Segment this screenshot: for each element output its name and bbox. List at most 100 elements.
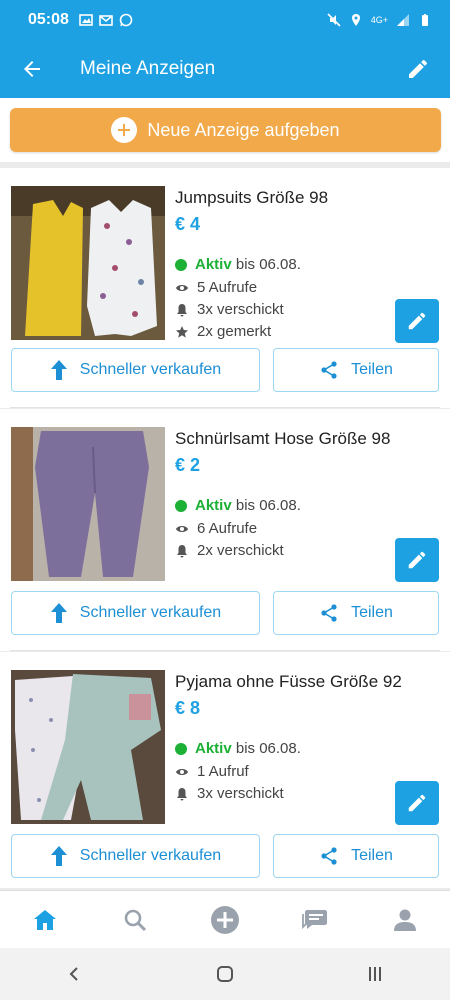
arrow-up-icon	[50, 846, 67, 866]
boost-button[interactable]: Schneller verkaufen	[11, 591, 260, 635]
pencil-icon	[408, 312, 426, 330]
ad-saved: 2x gemerkt	[175, 323, 271, 340]
sent-count: 3x verschickt	[197, 785, 284, 802]
ad-card: Pyjama ohne Füsse Größe 92 € 8 Aktiv bis…	[0, 652, 450, 888]
location-icon	[351, 14, 360, 26]
ad-thumbnail[interactable]	[11, 186, 165, 340]
arrow-back-icon	[24, 61, 40, 77]
network-label: 4G+	[370, 15, 388, 25]
share-button[interactable]: Teilen	[273, 591, 439, 635]
ad-sent: 3x verschickt	[175, 301, 284, 318]
plus-circle-icon	[111, 117, 138, 143]
share-button[interactable]: Teilen	[273, 834, 439, 878]
ad-thumbnail[interactable]	[11, 670, 165, 824]
arrow-up-icon	[50, 360, 67, 380]
new-ad-label: Neue Anzeige aufgeben	[147, 119, 340, 140]
ad-title[interactable]: Jumpsuits Größe 98	[175, 188, 328, 208]
share-icon	[321, 847, 337, 865]
pencil-icon	[408, 794, 426, 812]
status-bar: 05:08 4G+	[0, 0, 450, 40]
ad-views: 6 Aufrufe	[175, 520, 257, 537]
bell-icon	[177, 544, 187, 557]
chevron-left-icon	[69, 967, 78, 981]
share-icon	[321, 604, 337, 622]
share-label: Teilen	[351, 847, 393, 864]
sys-recents-button[interactable]	[355, 954, 395, 994]
status-dot-icon	[175, 258, 187, 271]
status-time: 05:08	[28, 11, 69, 28]
share-label: Teilen	[351, 361, 393, 378]
eye-icon	[176, 284, 188, 291]
battery-icon	[422, 14, 428, 26]
mute-icon	[327, 13, 341, 27]
nav-messages[interactable]	[293, 898, 337, 942]
nav-profile[interactable]	[383, 898, 427, 942]
recents-icon	[369, 967, 381, 981]
system-icons: 4G+	[327, 13, 432, 27]
boost-label: Schneller verkaufen	[79, 604, 222, 621]
views-count: 1 Aufruf	[197, 763, 249, 780]
share-icon	[321, 361, 337, 379]
nav-add[interactable]	[203, 898, 247, 942]
sys-home-button[interactable]	[205, 954, 245, 994]
share-label: Teilen	[351, 604, 393, 621]
divider	[10, 407, 440, 408]
ad-title[interactable]: Schnürlsamt Hose Größe 98	[175, 429, 390, 449]
ad-views: 1 Aufruf	[175, 763, 249, 780]
edit-ads-button[interactable]	[390, 40, 446, 98]
status-active-label: Aktiv	[195, 740, 232, 757]
edit-ad-button[interactable]	[395, 299, 439, 343]
saved-count: 2x gemerkt	[197, 323, 272, 340]
boost-label: Schneller verkaufen	[79, 847, 222, 864]
bell-icon	[177, 787, 187, 800]
status-active-label: Aktiv	[195, 497, 232, 514]
ad-status: Aktiv bis 06.08.	[175, 497, 301, 514]
status-dot-icon	[175, 742, 187, 755]
new-ad-section: Neue Anzeige aufgeben	[0, 98, 450, 162]
pencil-icon	[409, 59, 427, 78]
sent-count: 3x verschickt	[197, 301, 284, 318]
boost-button[interactable]: Schneller verkaufen	[11, 348, 260, 392]
ads-list[interactable]: Jumpsuits Größe 98 € 4 Aktiv bis 06.08. …	[0, 162, 450, 890]
add-icon	[211, 905, 239, 934]
page-title: Meine Anzeigen	[80, 58, 216, 79]
views-count: 5 Aufrufe	[197, 279, 258, 296]
home-icon	[34, 909, 56, 930]
ad-price: € 4	[175, 214, 201, 234]
ad-sent: 2x verschickt	[175, 542, 284, 559]
ad-thumbnail[interactable]	[11, 427, 165, 581]
divider	[10, 650, 440, 651]
bottom-nav	[0, 890, 450, 948]
arrow-up-icon	[50, 603, 67, 623]
edit-ad-button[interactable]	[395, 781, 439, 825]
system-nav	[0, 948, 450, 1000]
star-icon	[176, 325, 188, 338]
status-until: bis 06.08.	[235, 740, 301, 757]
ad-price: € 2	[175, 455, 201, 475]
boost-button[interactable]: Schneller verkaufen	[11, 834, 260, 878]
pencil-icon	[408, 551, 426, 569]
ad-views: 5 Aufrufe	[175, 279, 257, 296]
status-active-label: Aktiv	[195, 256, 232, 273]
ad-status: Aktiv bis 06.08.	[175, 256, 301, 273]
home-square-icon	[217, 966, 233, 982]
nav-home[interactable]	[23, 898, 67, 942]
eye-icon	[176, 768, 188, 775]
ad-price: € 8	[175, 698, 201, 718]
back-button[interactable]	[2, 40, 62, 98]
views-count: 6 Aufrufe	[197, 520, 258, 537]
nav-search[interactable]	[113, 898, 157, 942]
sys-back-button[interactable]	[55, 954, 95, 994]
ad-title[interactable]: Pyjama ohne Füsse Größe 92	[175, 672, 402, 692]
share-button[interactable]: Teilen	[273, 348, 439, 392]
app-bar: Meine Anzeigen	[0, 40, 450, 98]
edit-ad-button[interactable]	[395, 538, 439, 582]
notification-icons	[79, 13, 133, 27]
ad-card: Jumpsuits Größe 98 € 4 Aktiv bis 06.08. …	[0, 168, 450, 408]
new-ad-button[interactable]: Neue Anzeige aufgeben	[10, 108, 441, 152]
eye-icon	[176, 525, 188, 532]
status-until: bis 06.08.	[235, 256, 301, 273]
ad-status: Aktiv bis 06.08.	[175, 740, 301, 757]
gallery-icon	[79, 14, 93, 26]
bell-icon	[177, 303, 187, 316]
